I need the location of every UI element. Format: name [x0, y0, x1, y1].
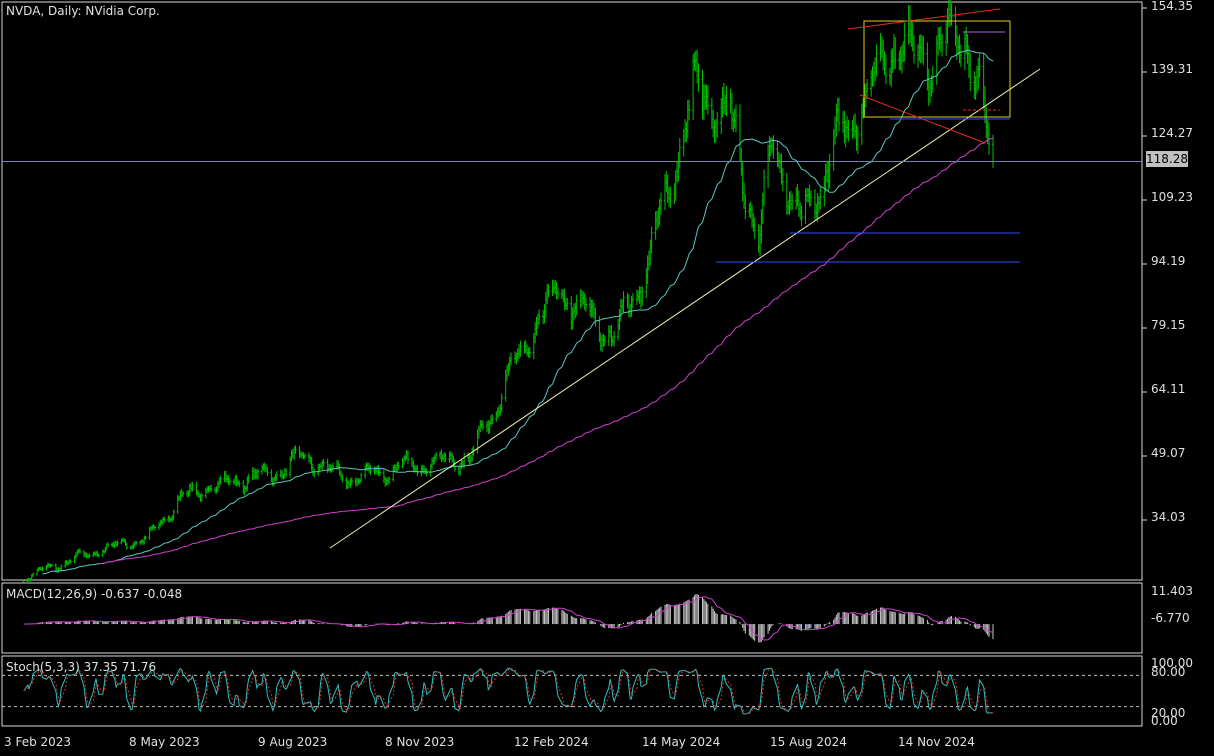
time-tick: 14 Nov 2024	[898, 735, 975, 749]
macd-tick: -6.770	[1151, 611, 1190, 625]
macd-tick: 11.403	[1151, 584, 1193, 598]
price-chart	[1, 0, 1147, 727]
stoch-tick: 80.00	[1151, 665, 1186, 679]
time-tick: 8 Nov 2023	[385, 735, 455, 749]
price-tick: 49.07	[1151, 446, 1186, 460]
stoch-tick: 0.00	[1151, 714, 1178, 728]
candles-group	[22, 0, 995, 583]
price-tick: 124.27	[1151, 126, 1193, 140]
wedge-upper-line	[847, 8, 1001, 30]
current-price-label: 118.28	[1146, 151, 1188, 167]
time-tick: 9 Aug 2023	[258, 735, 328, 749]
price-tick: 79.15	[1151, 318, 1186, 332]
macd-label: MACD(12,26,9) -0.637 -0.048	[6, 587, 183, 601]
time-tick: 12 Feb 2024	[514, 735, 589, 749]
price-tick: 109.23	[1151, 190, 1193, 204]
stoch-pane-frame	[1, 655, 1143, 727]
time-tick: 14 May 2024	[642, 735, 721, 749]
price-tick: 34.03	[1151, 510, 1186, 524]
ma-slow-line	[98, 137, 994, 565]
time-tick: 15 Aug 2024	[770, 735, 847, 749]
price-tick: 94.19	[1151, 254, 1186, 268]
price-tick: 64.11	[1151, 382, 1186, 396]
time-tick: 3 Feb 2023	[4, 735, 72, 749]
main-pane-frame	[1, 1, 1143, 581]
chart-title: NVDA, Daily: NVidia Corp.	[6, 4, 160, 18]
macd-histogram	[23, 594, 994, 643]
ma-fast-line	[42, 49, 994, 575]
price-tick: 139.31	[1151, 62, 1193, 76]
time-tick: 8 May 2023	[129, 735, 200, 749]
stoch-lines	[2, 667, 1142, 715]
stoch-label: Stoch(5,3,3) 37.35 71.76	[6, 660, 157, 674]
price-tick: 154.35	[1151, 0, 1193, 13]
